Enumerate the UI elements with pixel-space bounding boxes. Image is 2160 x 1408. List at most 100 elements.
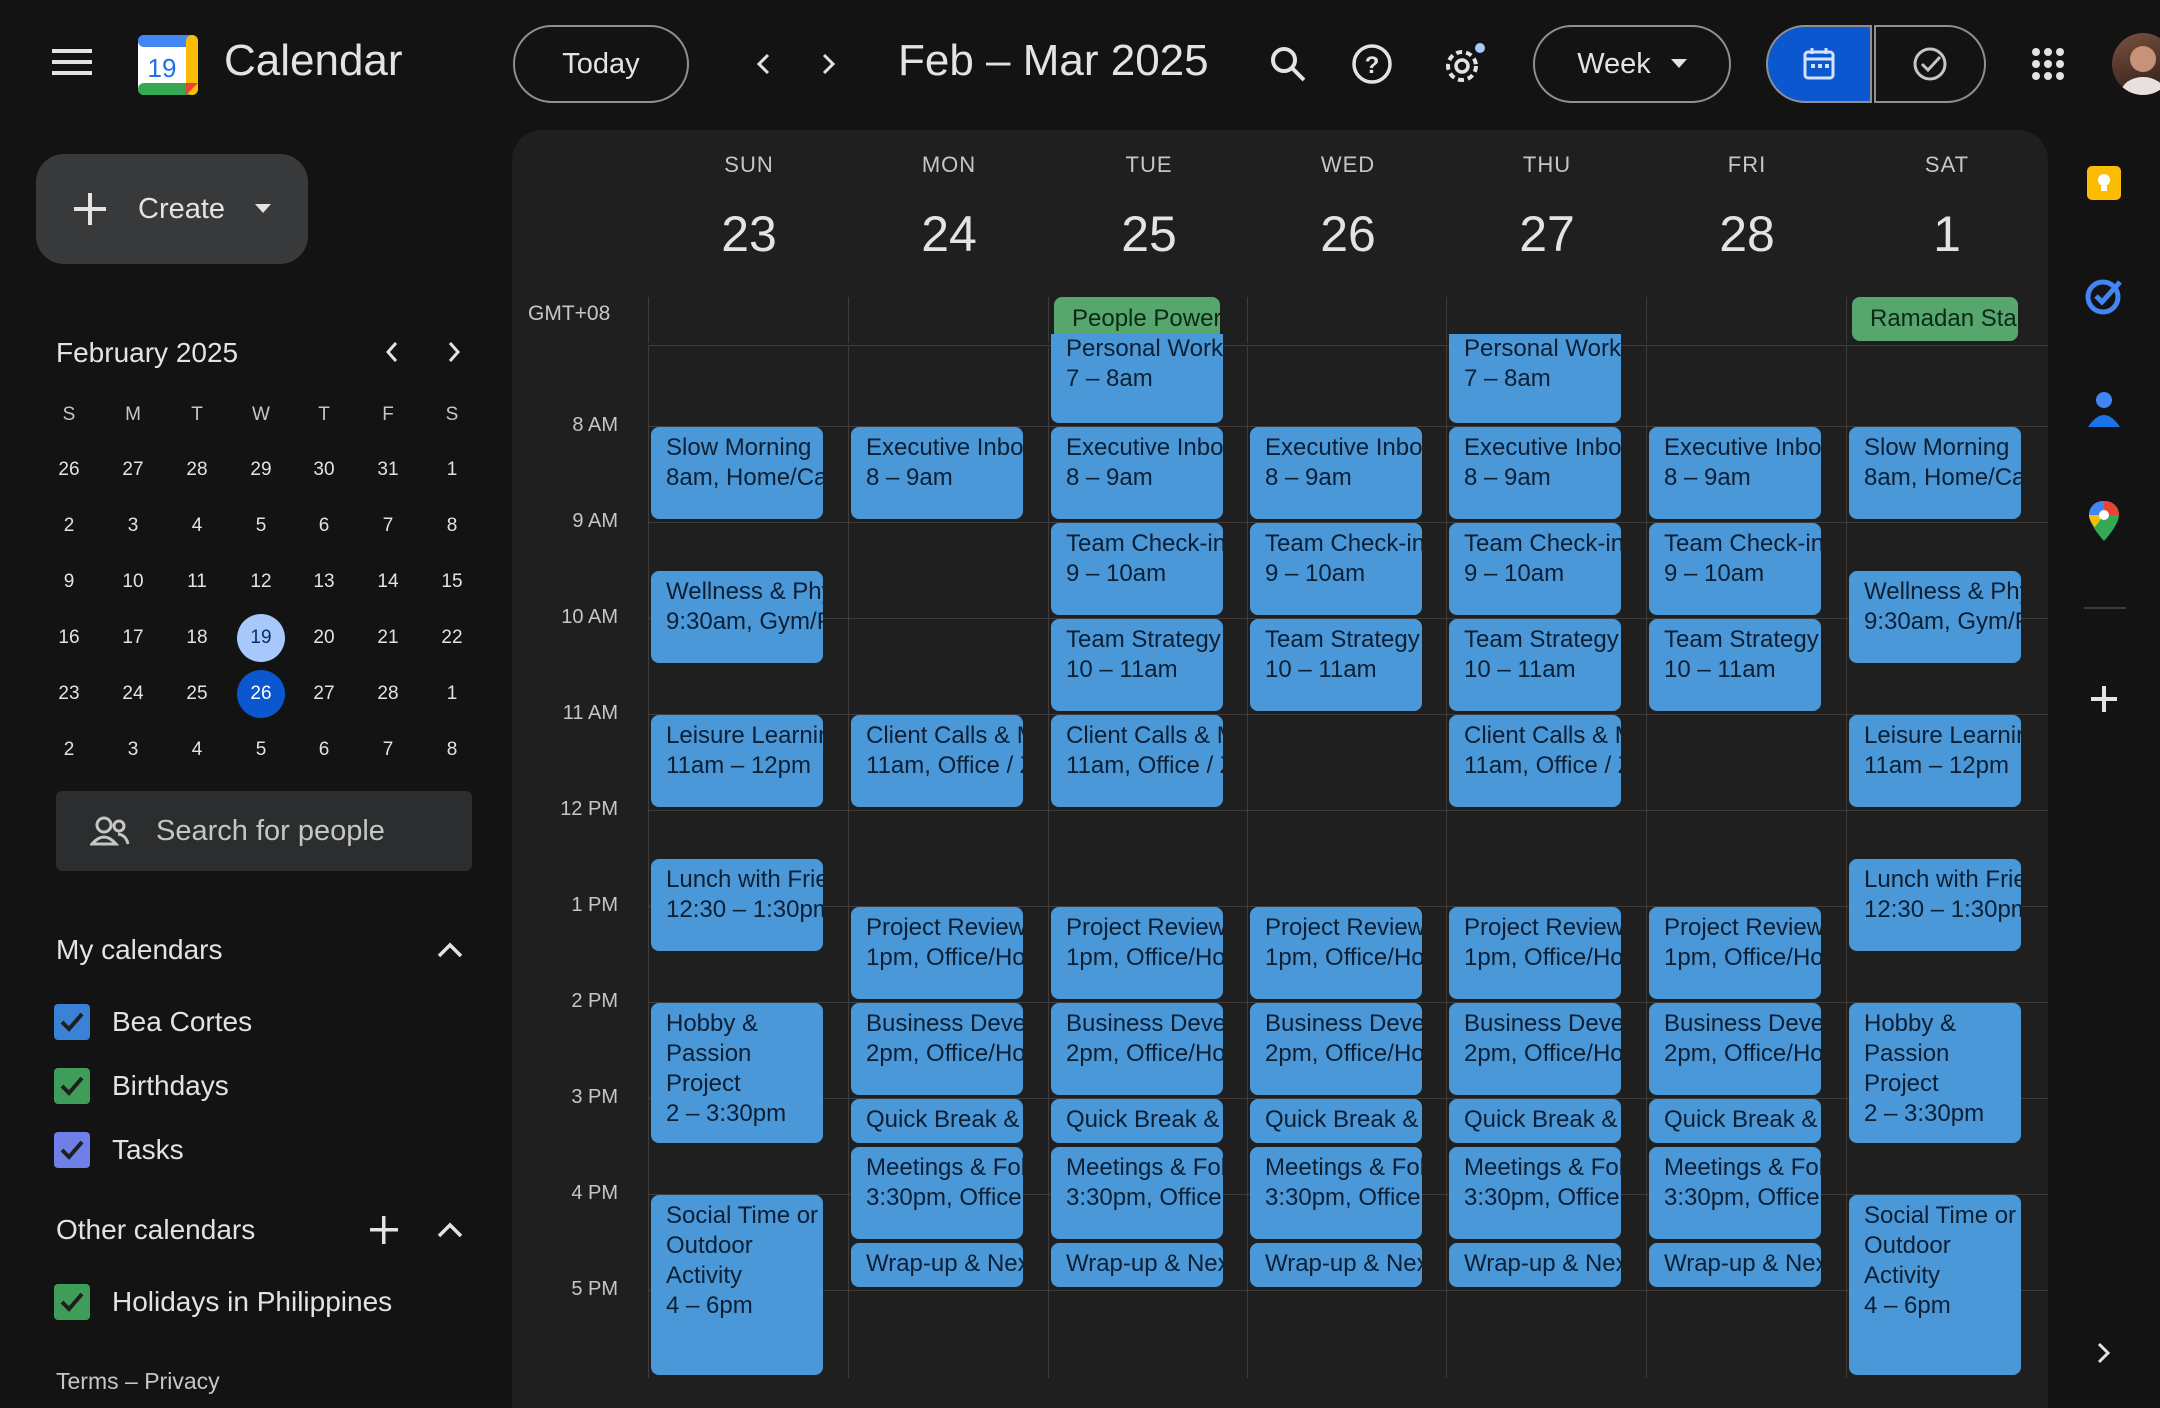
mini-calendar-day[interactable]: 18 [173,614,221,662]
calendar-event[interactable]: Quick Break & Stretch [851,1099,1023,1143]
my-calendars-collapse-button[interactable] [428,928,472,972]
mini-calendar-day[interactable]: 1 [428,446,476,494]
mini-calendar-day[interactable]: 26 [237,670,285,718]
mini-calendar-day[interactable]: 28 [364,670,412,718]
add-other-calendar-button[interactable] [362,1208,406,1252]
day-number[interactable]: 26 [1250,205,1446,263]
mini-calendar-day[interactable]: 2 [45,726,93,774]
mini-calendar-day[interactable]: 7 [364,726,412,774]
settings-button[interactable] [1432,32,1496,96]
mini-calendar-day[interactable]: 27 [109,446,157,494]
expand-side-panel-button[interactable] [2076,1325,2132,1381]
calendar-event[interactable]: Executive Inbox 8 – 9am [1051,427,1223,519]
calendar-event[interactable]: Meetings & Follow-ups 3:30pm, Office [1051,1147,1223,1239]
calendar-list-item[interactable]: Bea Cortes [54,1004,252,1040]
mini-calendar-day[interactable]: 15 [428,558,476,606]
get-addons-button[interactable] [2076,671,2132,727]
calendar-event[interactable]: Meetings & Follow-ups 3:30pm, Office [1449,1147,1621,1239]
calendar-event[interactable]: Project Review 1pm, Office/Home [1250,907,1422,999]
mini-calendar-day[interactable]: 14 [364,558,412,606]
calendar-checkbox[interactable] [54,1068,90,1104]
contacts-button[interactable] [2076,381,2132,437]
calendar-event[interactable]: Business Development 2pm, Office/Home [851,1003,1023,1095]
calendar-event[interactable]: Wrap-up & Next Day [1250,1243,1422,1287]
tasks-view-toggle[interactable] [1874,25,1986,103]
mini-calendar-day[interactable]: 26 [45,446,93,494]
mini-calendar-day[interactable]: 27 [300,670,348,718]
mini-calendar-day[interactable]: 12 [237,558,285,606]
mini-calendar-day[interactable]: 11 [173,558,221,606]
calendar-event[interactable]: Business Development 2pm, Office/Home [1051,1003,1223,1095]
calendar-event[interactable]: Project Review 1pm, Office/Home [1449,907,1621,999]
calendar-event[interactable]: Client Calls & Meetings 11am, Office / Zo… [1051,715,1223,807]
calendar-event[interactable]: Executive Inbox 8 – 9am [1250,427,1422,519]
calendar-event[interactable]: Quick Break & Stretch [1051,1099,1223,1143]
calendar-event[interactable]: Team Strategy 10 – 11am [1051,619,1223,711]
help-button[interactable]: ? [1340,32,1404,96]
calendar-event[interactable]: Team Strategy 10 – 11am [1449,619,1621,711]
calendar-event[interactable]: Client Calls & Meetings 11am, Office / Zo… [851,715,1023,807]
calendar-event[interactable]: Team Check-in 9 – 10am [1449,523,1621,615]
mini-calendar-day[interactable]: 24 [109,670,157,718]
calendar-list-item[interactable]: Birthdays [54,1068,229,1104]
account-avatar[interactable] [2112,33,2160,95]
mini-calendar-day[interactable]: 19 [237,614,285,662]
mini-calendar-day[interactable]: 22 [428,614,476,662]
calendar-event[interactable]: Team Strategy 10 – 11am [1649,619,1821,711]
calendar-event[interactable]: Personal Work 7 – 8am [1051,334,1223,423]
calendar-list-item[interactable]: Tasks [54,1132,184,1168]
mini-calendar-day[interactable]: 16 [45,614,93,662]
calendar-event[interactable]: Team Check-in 9 – 10am [1250,523,1422,615]
privacy-link[interactable]: Privacy [144,1368,219,1394]
mini-calendar-day[interactable]: 7 [364,502,412,550]
calendar-event[interactable]: Meetings & Follow-ups 3:30pm, Office [1250,1147,1422,1239]
create-button[interactable]: Create [36,154,308,264]
mini-calendar-day[interactable]: 6 [300,726,348,774]
maps-button[interactable] [2076,493,2132,549]
view-selector[interactable]: Week [1533,25,1731,103]
terms-link[interactable]: Terms [56,1368,119,1394]
day-number[interactable]: 24 [851,205,1047,263]
calendar-event[interactable]: Social Time or Outdoor Activity 4 – 6pm [1849,1195,2021,1375]
mini-calendar-day[interactable]: 2 [45,502,93,550]
mini-calendar-day[interactable]: 20 [300,614,348,662]
calendar-event[interactable]: Wrap-up & Next Day [851,1243,1023,1287]
calendar-event[interactable]: Executive Inbox 8 – 9am [1449,427,1621,519]
mini-calendar-day[interactable]: 1 [428,670,476,718]
mini-calendar-day[interactable]: 28 [173,446,221,494]
calendar-view-toggle[interactable] [1766,25,1872,103]
calendar-list-item[interactable]: Holidays in Philippines [54,1284,392,1320]
day-number[interactable]: 28 [1649,205,1845,263]
calendar-event[interactable]: Business Development 2pm, Office/Home [1250,1003,1422,1095]
calendar-checkbox[interactable] [54,1284,90,1320]
day-number[interactable]: 25 [1051,205,1247,263]
mini-calendar-day[interactable]: 5 [237,502,285,550]
calendar-event[interactable]: Hobby & Passion Project 2 – 3:30pm [651,1003,823,1143]
calendar-checkbox[interactable] [54,1132,90,1168]
mini-calendar-day[interactable]: 9 [45,558,93,606]
calendar-event[interactable]: Project Review 1pm, Office/Home [851,907,1023,999]
mini-calendar-day[interactable]: 17 [109,614,157,662]
search-people-field[interactable]: Search for people [56,791,472,871]
main-menu-button[interactable] [40,30,104,94]
next-week-button[interactable] [796,32,860,96]
mini-calendar-day[interactable]: 3 [109,502,157,550]
day-number[interactable]: 27 [1449,205,1645,263]
mini-calendar-prev-button[interactable] [366,332,418,372]
mini-calendar-day[interactable]: 8 [428,726,476,774]
calendar-event[interactable]: Quick Break & Stretch [1250,1099,1422,1143]
all-day-event[interactable]: Ramadan Start [1852,297,2018,341]
calendar-event[interactable]: Lunch with Friends 12:30 – 1:30pm [1849,859,2021,951]
calendar-checkbox[interactable] [54,1004,90,1040]
today-button[interactable]: Today [513,25,689,103]
mini-calendar-next-button[interactable] [428,332,480,372]
mini-calendar-day[interactable]: 31 [364,446,412,494]
calendar-event[interactable]: Wellness & Physical 9:30am, Gym/Park [651,571,823,663]
mini-calendar-day[interactable]: 6 [300,502,348,550]
calendar-event[interactable]: Business Development 2pm, Office/Home [1449,1003,1621,1095]
calendar-event[interactable]: Wrap-up & Next Day [1649,1243,1821,1287]
calendar-event[interactable]: Business Development 2pm, Office/Home [1649,1003,1821,1095]
mini-calendar-day[interactable]: 29 [237,446,285,494]
mini-calendar-day[interactable]: 21 [364,614,412,662]
day-number[interactable]: 1 [1849,205,2045,263]
